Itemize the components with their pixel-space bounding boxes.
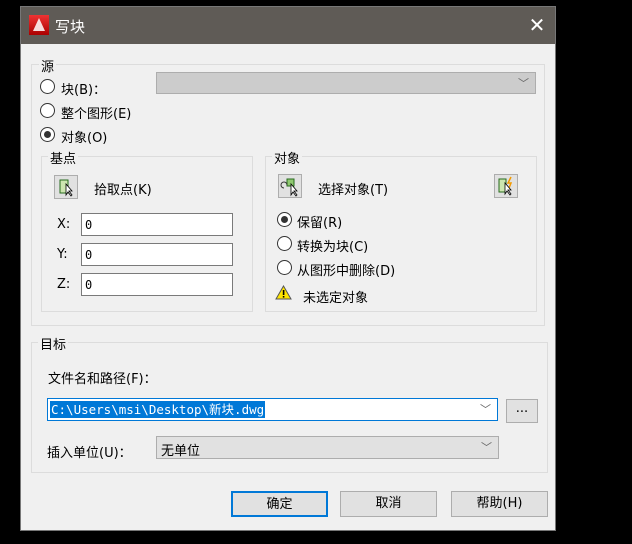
z-input[interactable] bbox=[81, 273, 233, 296]
chevron-down-icon: ﹀ bbox=[480, 401, 491, 417]
delete-from-drawing-label: 从图形中删除(D) bbox=[297, 260, 395, 279]
whole-drawing-radio[interactable] bbox=[40, 103, 55, 118]
quick-select-button[interactable] bbox=[494, 174, 518, 198]
ok-button[interactable]: 确定 bbox=[231, 491, 328, 517]
source-label: 源 bbox=[39, 56, 56, 75]
base-point-label: 基点 bbox=[48, 148, 78, 167]
chevron-down-icon: ﹀ bbox=[481, 439, 492, 455]
block-radio[interactable] bbox=[40, 79, 55, 94]
insert-units-label: 插入单位(U)： bbox=[47, 442, 132, 461]
objects-radio[interactable] bbox=[40, 127, 55, 142]
chevron-down-icon: ﹀ bbox=[518, 75, 529, 91]
pick-point-button[interactable] bbox=[54, 175, 78, 199]
y-input[interactable] bbox=[81, 243, 233, 266]
convert-to-block-label: 转换为块(C) bbox=[297, 236, 368, 255]
select-objects-label: 选择对象(T) bbox=[318, 179, 388, 198]
x-input[interactable] bbox=[81, 213, 233, 236]
cancel-button[interactable]: 取消 bbox=[340, 491, 437, 517]
file-path-combo[interactable]: C:\Users\msi\Desktop\新块.dwg ﹀ bbox=[47, 398, 498, 421]
pick-point-label: 拾取点(K) bbox=[94, 179, 152, 198]
autocad-logo-icon bbox=[29, 15, 49, 35]
file-path-label: 文件名和路径(F)： bbox=[48, 368, 157, 387]
dialog-title: 写块 bbox=[55, 16, 85, 37]
convert-to-block-radio[interactable] bbox=[277, 236, 292, 251]
destination-label: 目标 bbox=[38, 334, 68, 353]
no-objects-selected-text: 未选定对象 bbox=[303, 287, 368, 306]
x-label: X: bbox=[57, 217, 70, 232]
help-button[interactable]: 帮助(H) bbox=[451, 491, 548, 517]
close-icon[interactable]: ✕ bbox=[525, 13, 549, 37]
retain-label: 保留(R) bbox=[297, 212, 342, 231]
warning-icon bbox=[275, 285, 292, 300]
objects-group-label: 对象 bbox=[272, 148, 302, 167]
retain-radio[interactable] bbox=[277, 212, 292, 227]
file-path-value: C:\Users\msi\Desktop\新块.dwg bbox=[50, 401, 265, 418]
title-bar: 写块 ✕ bbox=[21, 7, 555, 44]
quick-select-icon bbox=[495, 175, 517, 197]
objects-radio-label: 对象(O) bbox=[61, 127, 107, 146]
insert-units-combo[interactable]: 无单位 ﹀ bbox=[156, 436, 499, 459]
block-radio-label: 块(B)： bbox=[61, 79, 106, 98]
whole-drawing-label: 整个图形(E) bbox=[61, 103, 131, 122]
z-label: Z: bbox=[57, 277, 70, 292]
y-label: Y: bbox=[57, 247, 68, 262]
browse-button[interactable]: ... bbox=[506, 399, 538, 423]
write-block-dialog: 写块 ✕ 源 块(B)： ﹀ 整个图形(E) 对象(O) 基点 拾取点(K) X… bbox=[20, 6, 556, 531]
select-objects-button[interactable] bbox=[278, 174, 302, 198]
insert-units-value: 无单位 bbox=[161, 440, 200, 459]
select-objects-icon bbox=[279, 175, 301, 197]
pick-point-icon bbox=[55, 176, 77, 198]
delete-from-drawing-radio[interactable] bbox=[277, 260, 292, 275]
block-name-combo[interactable]: ﹀ bbox=[156, 72, 536, 94]
